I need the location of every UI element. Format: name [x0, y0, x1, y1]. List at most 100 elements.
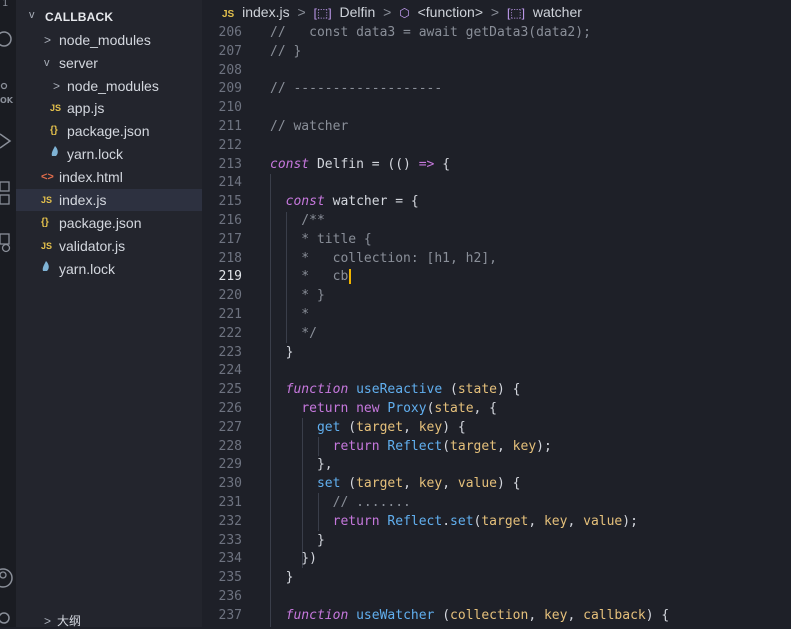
code-line[interactable]: 229 },: [202, 456, 791, 475]
line-number: 221: [218, 307, 242, 322]
run-debug-icon[interactable]: [0, 132, 14, 153]
chevron-down-icon: v: [44, 57, 50, 69]
code-text: }): [270, 551, 317, 567]
code-line[interactable]: 223 }: [202, 344, 791, 363]
code-line[interactable]: 212: [202, 137, 791, 156]
json-file-icon: {}: [50, 125, 58, 136]
code-text: return Reflect(target, key);: [332, 438, 552, 454]
chevron-right-icon: >: [53, 79, 61, 93]
code-line[interactable]: 231 // .......: [202, 494, 791, 513]
tree-item-label: validator.js: [59, 238, 126, 254]
code-line[interactable]: 224: [202, 362, 791, 381]
breadcrumb-separator: >: [297, 4, 306, 20]
line-number: 218: [218, 250, 242, 266]
code-text: }: [270, 532, 325, 548]
code-text: * collection: [h1, h2],: [270, 250, 497, 266]
code-line[interactable]: 221 *: [202, 306, 791, 325]
code-text: const Delfin = (() => {: [270, 156, 451, 172]
activity-bar: 1 OK: [0, 0, 16, 627]
code-text: // }: [270, 43, 302, 59]
outline-section[interactable]: > 大纲: [44, 612, 81, 629]
tree-item-index-html[interactable]: <> index.html: [16, 166, 202, 188]
code-line[interactable]: 210: [202, 99, 791, 118]
line-number: 228: [218, 438, 242, 454]
code-text: * title {: [270, 231, 372, 247]
code-line[interactable]: 214: [202, 174, 791, 193]
breadcrumb-separator: >: [490, 4, 500, 20]
code-line[interactable]: 232 return Reflect.set(target, key, valu…: [202, 513, 791, 532]
ok-label: OK: [0, 96, 13, 105]
code-line[interactable]: 217 * title {: [202, 231, 791, 250]
line-number: 210: [218, 100, 242, 116]
code-text: function useReactive (state) {: [285, 382, 521, 398]
tree-item-yarn-lock[interactable]: yarn.lock: [16, 258, 202, 280]
line-number: 213: [218, 156, 242, 172]
code-line[interactable]: 227 get (target, key) {: [202, 419, 791, 438]
line-number: 236: [218, 589, 242, 604]
tree-item-app-js[interactable]: JS app.js: [16, 97, 202, 119]
code-line[interactable]: 237 function useWatcher (collection, key…: [202, 607, 791, 626]
code-line[interactable]: 236: [202, 588, 791, 607]
line-number: 230: [218, 476, 242, 492]
code-line[interactable]: 222 */: [202, 325, 791, 344]
code-line[interactable]: 206 // const data3 = await getData3(data2…: [202, 24, 791, 43]
remote-explorer-icon[interactable]: [0, 232, 14, 257]
code-text: const watcher = {: [285, 194, 419, 210]
tree-item-label: index.js: [59, 192, 107, 208]
tree-item-package-json[interactable]: {} package.json: [16, 212, 202, 234]
line-number: 219: [218, 269, 242, 285]
code-line[interactable]: 211 // watcher: [202, 118, 791, 137]
line-number: 229: [218, 457, 242, 473]
tree-item-index-js[interactable]: JS index.js: [16, 189, 202, 211]
code-line[interactable]: 228 return Reflect(target, key);: [202, 438, 791, 457]
tree-item-label: yarn.lock: [67, 146, 124, 162]
tree-item-node-modules[interactable]: > node_modules: [16, 29, 202, 51]
tree-item-validator-js[interactable]: JS validator.js: [16, 235, 202, 257]
breadcrumb-part[interactable]: watcher: [533, 4, 582, 20]
code-line[interactable]: 218 * collection: [h1, h2],: [202, 250, 791, 269]
code-line[interactable]: 216 /**: [202, 212, 791, 231]
activity-top-label: 1: [2, 0, 9, 9]
extensions-icon[interactable]: [0, 180, 14, 211]
line-number: 223: [218, 344, 242, 360]
code-line[interactable]: 226 return new Proxy(state, {: [202, 400, 791, 419]
breadcrumb-part[interactable]: <function>: [418, 4, 483, 20]
explorer-title[interactable]: CALLBACK: [45, 10, 113, 24]
breadcrumb-file[interactable]: index.js: [242, 4, 289, 20]
tree-item-server-package-json[interactable]: {} package.json: [16, 120, 202, 142]
account-icon[interactable]: [0, 566, 14, 593]
js-file-icon: JS: [41, 241, 53, 251]
tree-item-label: app.js: [67, 100, 105, 116]
explorer-sidebar: v CALLBACK > node_modules v server > nod…: [16, 0, 202, 629]
code-line[interactable]: 235 }: [202, 569, 791, 588]
code-text: return Reflect.set(target, key, value);: [332, 513, 638, 529]
code-line[interactable]: 233 }: [202, 532, 791, 551]
code-line[interactable]: 225 function useReactive (state) {: [202, 381, 791, 400]
code-line[interactable]: 215 const watcher = {: [202, 193, 791, 212]
code-line[interactable]: 220 * }: [202, 287, 791, 306]
tree-item-server-node-modules[interactable]: > node_modules: [16, 75, 202, 97]
code-line[interactable]: 209 // -------------------: [202, 80, 791, 99]
code-line[interactable]: 219 * cb: [202, 268, 791, 287]
line-number: 211: [218, 119, 242, 134]
code-line[interactable]: 230 set (target, key, value) {: [202, 475, 791, 494]
code-text: // const data3 = await getData3(data2);: [270, 25, 591, 40]
line-number: 232: [218, 513, 242, 529]
tree-item-server[interactable]: v server: [16, 52, 202, 74]
code-line[interactable]: 208: [202, 62, 791, 81]
search-icon[interactable]: [0, 30, 14, 51]
line-number: 233: [218, 532, 242, 548]
json-file-icon: {}: [41, 217, 49, 228]
line-number: 235: [218, 570, 242, 586]
tree-item-server-yarn-lock[interactable]: yarn.lock: [16, 143, 202, 165]
code-line[interactable]: 207 // }: [202, 43, 791, 62]
breadcrumb-part[interactable]: Delfin: [339, 4, 375, 20]
line-number: 217: [218, 231, 242, 247]
line-number: 237: [218, 607, 242, 623]
settings-gear-icon[interactable]: [0, 606, 14, 629]
code-editor[interactable]: 206 // const data3 = await getData3(data2…: [202, 24, 791, 627]
code-line[interactable]: 213 const Delfin = (() => {: [202, 156, 791, 175]
chevron-down-icon[interactable]: v: [29, 9, 35, 21]
yarn-file-icon: [41, 258, 51, 280]
code-line[interactable]: 234 }): [202, 550, 791, 569]
